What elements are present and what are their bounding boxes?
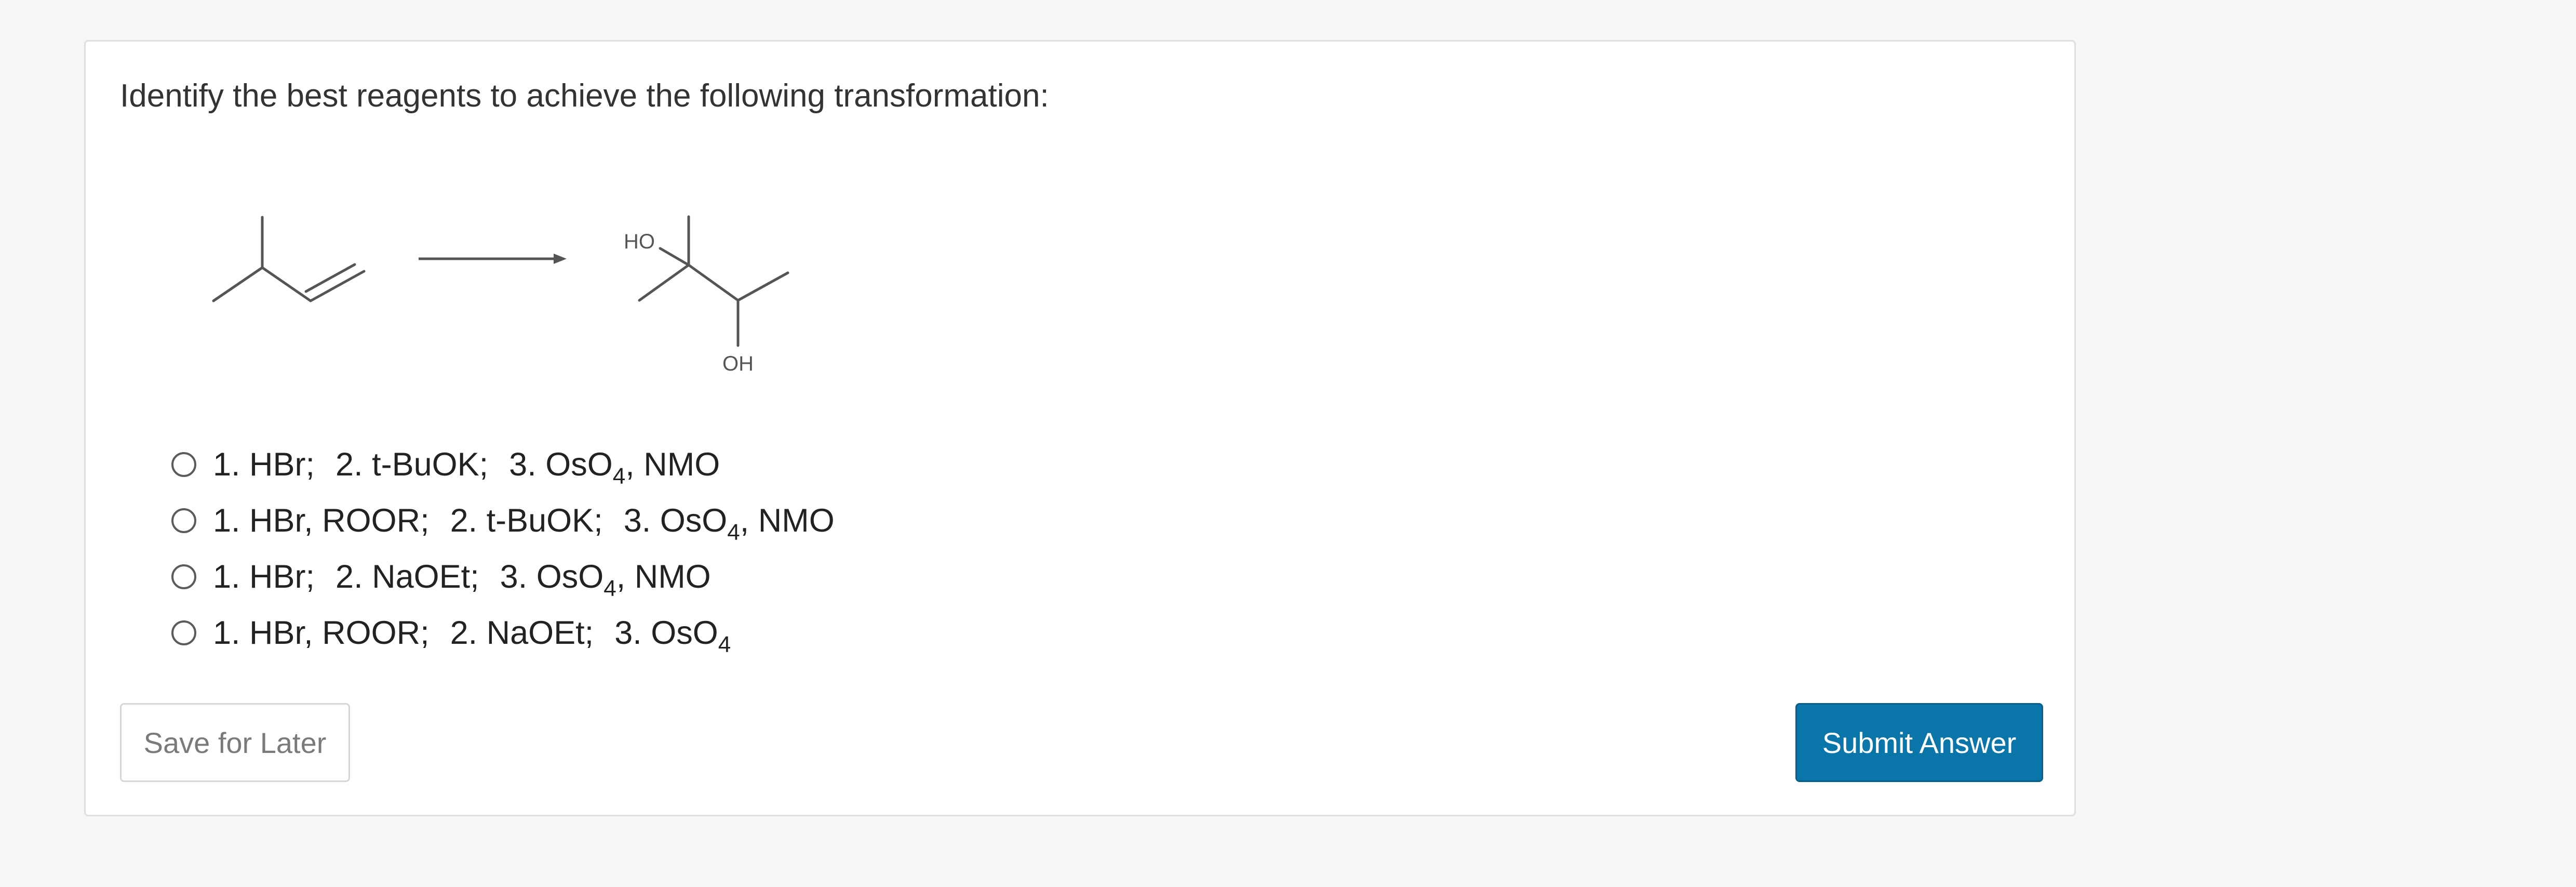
step-1: 1. HBr;	[213, 559, 315, 595]
subscript: 4	[603, 576, 616, 601]
product-structure	[638, 215, 789, 347]
reaction-scheme: HO OH	[120, 166, 816, 395]
step-3: 3. OsO4, NMO	[623, 502, 835, 545]
radio-button[interactable]	[171, 452, 196, 477]
step-3: 3. OsO4, NMO	[509, 446, 720, 489]
radio-button[interactable]	[171, 508, 196, 533]
reagent-text: 3. OsO	[623, 502, 728, 539]
reaction-arrow	[419, 254, 567, 264]
step-3: 3. OsO4	[614, 614, 731, 657]
product-label-ho: HO	[624, 230, 655, 253]
answer-choice[interactable]: 1. HBr, ROOR; 2. t-BuOK; 3. OsO4, NMO	[171, 493, 835, 549]
reactant-bond-methyl-left	[212, 266, 264, 302]
step-2: 2. NaOEt;	[450, 615, 594, 651]
product-bond-methyl-right	[736, 271, 789, 302]
choice-label[interactable]: 1. HBr; 2. NaOEt; 3. OsO4, NMO	[213, 558, 711, 601]
step-2: 2. NaOEt;	[336, 559, 479, 595]
subscript: 4	[612, 464, 626, 489]
reagent-suffix: , NMO	[625, 446, 720, 483]
answer-choice[interactable]: 1. HBr; 2. t-BuOK; 3. OsO4, NMO	[171, 436, 835, 493]
reagent-suffix: , NMO	[616, 559, 711, 595]
product-bond-ho	[659, 247, 690, 267]
reactant-structure	[212, 216, 366, 302]
reagent-text: 3. OsO	[500, 559, 604, 595]
reactant-bond-double-2	[304, 263, 356, 293]
product-label-oh: OH	[722, 352, 754, 375]
choice-label[interactable]: 1. HBr, ROOR; 2. t-BuOK; 3. OsO4, NMO	[213, 502, 835, 545]
step-1: 1. HBr, ROOR;	[213, 615, 430, 651]
reagent-text: 3. OsO	[509, 446, 613, 483]
reagent-text: 3. OsO	[614, 615, 718, 651]
step-2: 2. t-BuOK;	[336, 446, 489, 483]
choice-label[interactable]: 1. HBr, ROOR; 2. NaOEt; 3. OsO4	[213, 614, 731, 657]
subscript: 4	[727, 520, 740, 545]
reactant-bond-chain	[261, 266, 312, 302]
step-3: 3. OsO4, NMO	[500, 558, 711, 601]
submit-answer-button[interactable]: Submit Answer	[1795, 703, 2043, 782]
subscript: 4	[718, 632, 731, 657]
reagent-suffix: , NMO	[740, 502, 835, 539]
answer-choices: 1. HBr; 2. t-BuOK; 3. OsO4, NMO 1. HBr, …	[171, 436, 835, 661]
radio-button[interactable]	[171, 620, 196, 645]
product-bond-chain	[687, 263, 740, 302]
step-2: 2. t-BuOK;	[450, 502, 603, 539]
radio-button[interactable]	[171, 564, 196, 589]
question-card: Identify the best reagents to achieve th…	[84, 40, 2076, 816]
product-bond-methyl-left	[638, 263, 690, 302]
choice-label[interactable]: 1. HBr; 2. t-BuOK; 3. OsO4, NMO	[213, 446, 720, 489]
answer-choice[interactable]: 1. HBr; 2. NaOEt; 3. OsO4, NMO	[171, 549, 835, 605]
answer-choice[interactable]: 1. HBr, ROOR; 2. NaOEt; 3. OsO4	[171, 605, 835, 661]
question-prompt: Identify the best reagents to achieve th…	[120, 78, 1049, 114]
step-1: 1. HBr, ROOR;	[213, 502, 430, 539]
reaction-scheme-svg: HO OH	[212, 215, 789, 375]
save-for-later-button[interactable]: Save for Later	[120, 703, 350, 782]
reactant-bond-double-1	[309, 270, 366, 302]
step-1: 1. HBr;	[213, 446, 315, 483]
